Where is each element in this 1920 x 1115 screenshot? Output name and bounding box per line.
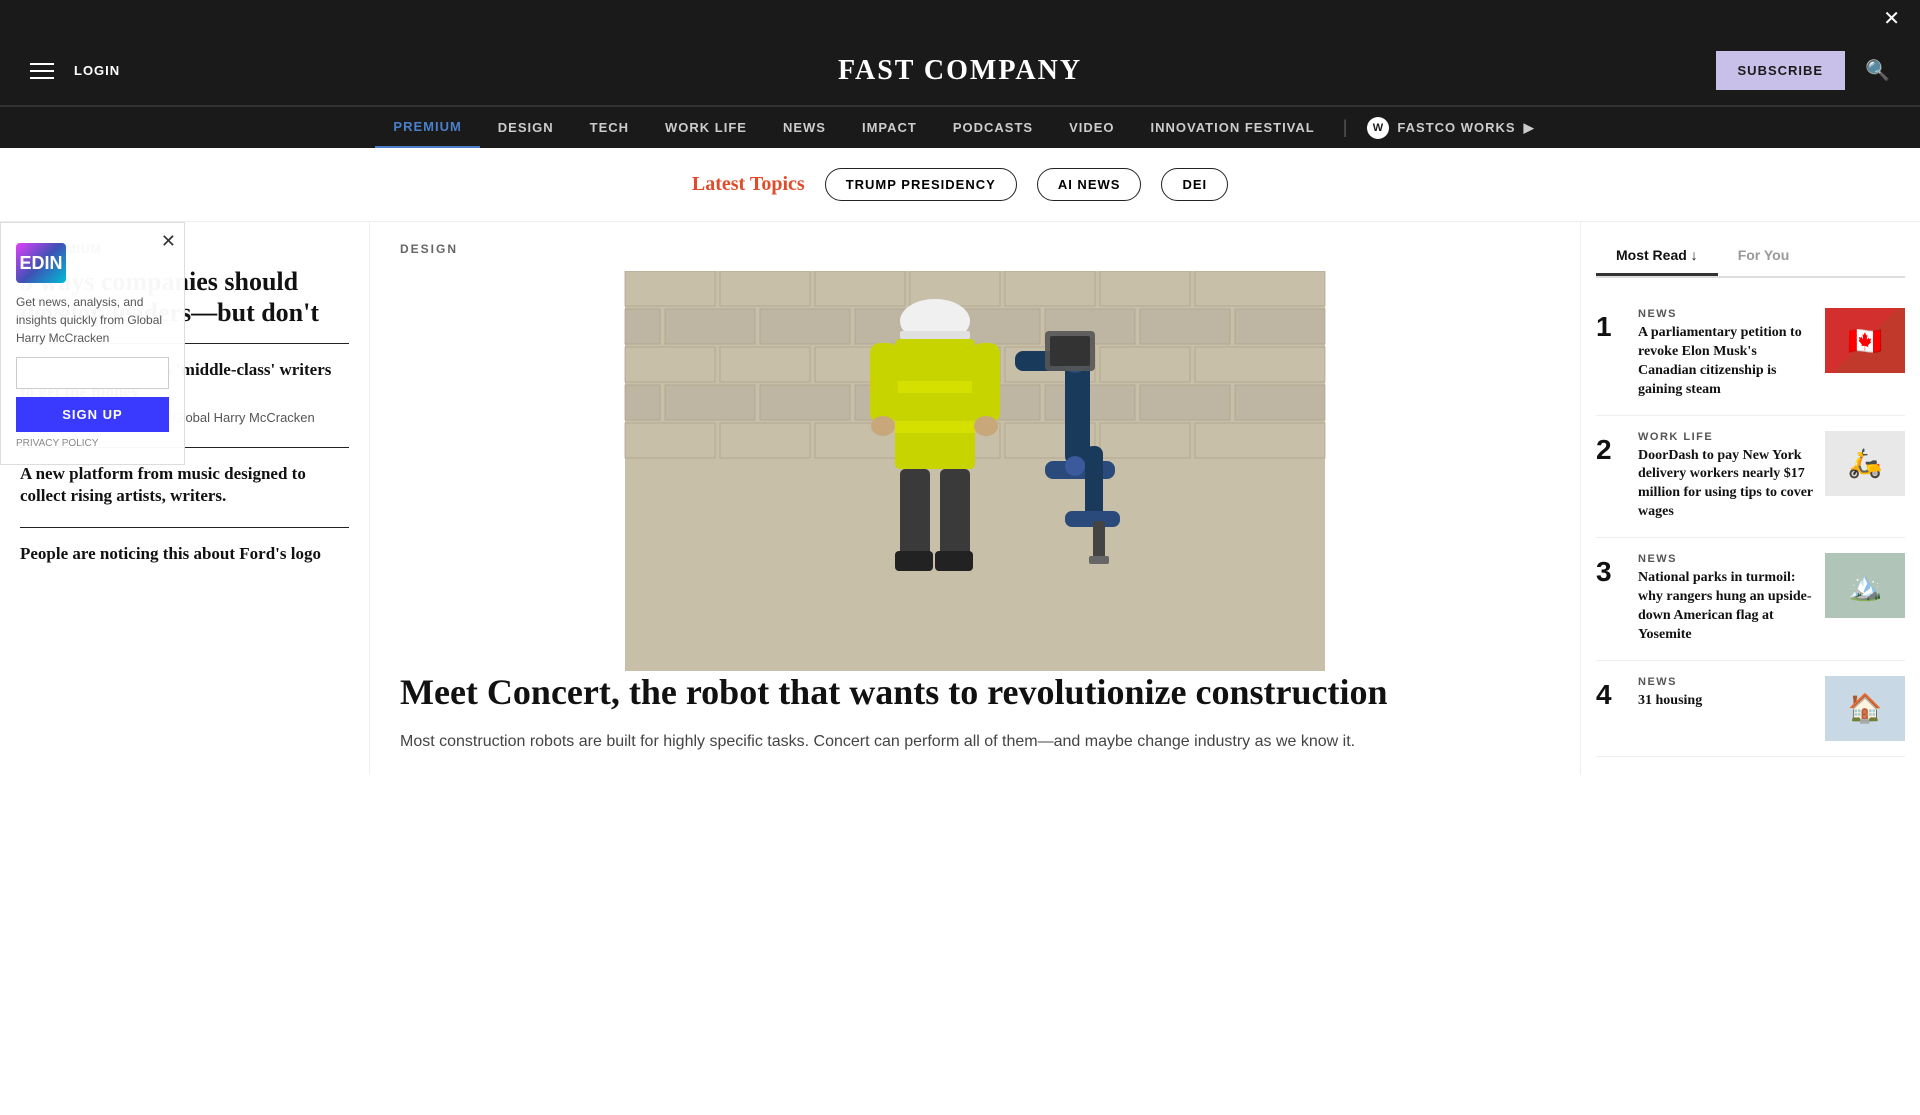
news-content-4: NEWS 31 housing [1638,676,1813,711]
article-image-svg [400,271,1550,671]
login-button[interactable]: LOGIN [74,63,120,78]
nav-item-news[interactable]: NEWS [765,107,844,148]
newsletter-logo-icon: ED IN [16,243,66,283]
article-main-image [400,271,1550,671]
fastco-w-badge: W [1367,117,1389,139]
news-title-3[interactable]: National parks in turmoil: why rangers h… [1638,569,1813,645]
news-number-2: 2 [1596,436,1626,464]
sidebar-section-2-title[interactable]: A new platform from music designed to co… [20,463,349,507]
nav-item-worklife[interactable]: WORK LIFE [647,107,765,148]
news-content-3: NEWS National parks in turmoil: why rang… [1638,553,1813,645]
news-item-4[interactable]: 4 NEWS 31 housing [1596,661,1905,757]
tab-for-you[interactable]: For You [1718,237,1810,276]
nav-item-tech[interactable]: TECH [572,107,647,148]
nav-item-podcasts[interactable]: PODCASTS [935,107,1051,148]
most-read-tabs: Most Read ↓ For You [1596,237,1905,278]
newsletter-submit-button[interactable]: SIGN UP [16,397,169,432]
sidebar-section-3-title[interactable]: People are noticing this about Ford's lo… [20,543,349,565]
fastco-works-label: FASTCO WORKS [1397,120,1515,135]
news-category-3: NEWS [1638,553,1813,565]
hamburger-line-3 [30,77,54,79]
main-layout: PREMIUM 3 ways companies should develop … [0,222,1920,775]
top-bar: ✕ [0,0,1920,36]
newsletter-email-input[interactable] [16,357,169,389]
header-right: SUBSCRIBE 🔍 [1716,51,1890,90]
main-nav: PREMIUM DESIGN TECH WORK LIFE NEWS IMPAC… [0,106,1920,148]
right-sidebar: Most Read ↓ For You 1 NEWS A parliamenta… [1580,222,1920,775]
nav-divider: | [1343,117,1348,138]
hamburger-line-2 [30,70,54,72]
nav-item-innovation[interactable]: INNOVATION FESTIVAL [1133,107,1333,148]
topic-ai-news[interactable]: AI NEWS [1037,168,1142,201]
topics-bar: Latest Topics TRUMP PRESIDENCY AI NEWS D… [0,148,1920,222]
top-bar-close-button[interactable]: ✕ [1883,6,1900,31]
news-category-4: NEWS [1638,676,1813,688]
header-left: LOGIN [30,63,120,79]
hamburger-menu[interactable] [30,63,54,79]
news-number-3: 3 [1596,558,1626,586]
subscribe-button[interactable]: SUBSCRIBE [1716,51,1846,90]
fastco-works-arrow: ▶ [1524,120,1535,136]
site-header: LOGIN FAST COMPANY SUBSCRIBE 🔍 [0,36,1920,106]
newsletter-logo: ED IN [16,243,169,283]
news-title-1[interactable]: A parliamentary petition to revoke Elon … [1638,324,1813,400]
sidebar-divider-3 [20,527,349,528]
nav-item-video[interactable]: VIDEO [1051,107,1132,148]
article-section-label: DESIGN [400,242,1550,256]
news-content-1: NEWS A parliamentary petition to revoke … [1638,308,1813,400]
news-thumbnail-1 [1825,308,1905,373]
news-category-2: WORK LIFE [1638,431,1813,443]
nav-item-premium[interactable]: PREMIUM [375,107,479,148]
hamburger-line-1 [30,63,54,65]
newsletter-overlay: ✕ ED IN Get news, analysis, and insights… [0,222,185,465]
topic-dei[interactable]: DEI [1161,168,1228,201]
topics-label: Latest Topics [692,173,805,196]
newsletter-policy-link[interactable]: PRIVACY POLICY [16,438,169,449]
fastco-works-link[interactable]: W FASTCO WORKS ▶ [1357,117,1544,139]
newsletter-description: Get news, analysis, and insights quickly… [16,293,169,347]
news-number-1: 1 [1596,313,1626,341]
news-title-4[interactable]: 31 housing [1638,692,1813,711]
news-number-4: 4 [1596,681,1626,709]
tab-most-read[interactable]: Most Read ↓ [1596,237,1718,276]
nav-item-impact[interactable]: IMPACT [844,107,935,148]
topic-trump-presidency[interactable]: TRUMP PRESIDENCY [825,168,1017,201]
search-icon[interactable]: 🔍 [1865,58,1890,83]
article-title[interactable]: Meet Concert, the robot that wants to re… [400,671,1550,714]
newsletter-logo-text: IN [45,253,63,274]
site-logo[interactable]: FAST COMPANY [838,55,1082,87]
news-thumbnail-3 [1825,553,1905,618]
nav-item-design[interactable]: DESIGN [480,107,572,148]
news-title-2[interactable]: DoorDash to pay New York delivery worker… [1638,447,1813,523]
sidebar-section-2: A new platform from music designed to co… [20,463,349,507]
article-description: Most construction robots are built for h… [400,729,1550,755]
newsletter-close-button[interactable]: ✕ [161,231,176,252]
news-content-2: WORK LIFE DoorDash to pay New York deliv… [1638,431,1813,523]
center-content: DESIGN [370,222,1580,775]
news-item-2[interactable]: 2 WORK LIFE DoorDash to pay New York del… [1596,416,1905,539]
newsletter-logo-prefix: ED [19,253,44,274]
news-item-3[interactable]: 3 NEWS National parks in turmoil: why ra… [1596,538,1905,661]
news-item-1[interactable]: 1 NEWS A parliamentary petition to revok… [1596,293,1905,416]
news-thumbnail-2 [1825,431,1905,496]
news-thumbnail-4 [1825,676,1905,741]
sidebar-section-3: People are noticing this about Ford's lo… [20,543,349,565]
news-category-1: NEWS [1638,308,1813,320]
